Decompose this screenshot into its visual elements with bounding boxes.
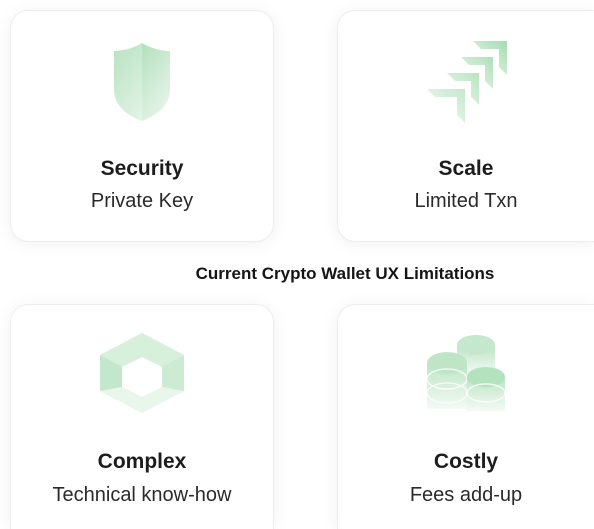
card-title: Security bbox=[100, 157, 184, 180]
card-subtitle: Technical know-how bbox=[52, 484, 232, 506]
card-costly: Costly Fees add-up bbox=[337, 304, 594, 529]
card-complex: Complex Technical know-how bbox=[10, 304, 274, 529]
coins-icon bbox=[421, 333, 511, 428]
shield-icon bbox=[110, 41, 174, 128]
card-subtitle: Fees add-up bbox=[409, 484, 523, 506]
chevrons-up-right-icon bbox=[421, 39, 511, 130]
card-title: Scale bbox=[438, 157, 494, 180]
card-subtitle: Private Key bbox=[90, 190, 194, 212]
cube-icon bbox=[98, 331, 186, 420]
section-heading: Current Crypto Wallet UX Limitations bbox=[195, 264, 495, 283]
card-security: Security Private Key bbox=[10, 10, 274, 242]
card-scale: Scale Limited Txn bbox=[337, 10, 594, 242]
card-subtitle: Limited Txn bbox=[414, 190, 518, 212]
card-title: Costly bbox=[433, 450, 499, 473]
card-title: Complex bbox=[97, 450, 187, 473]
